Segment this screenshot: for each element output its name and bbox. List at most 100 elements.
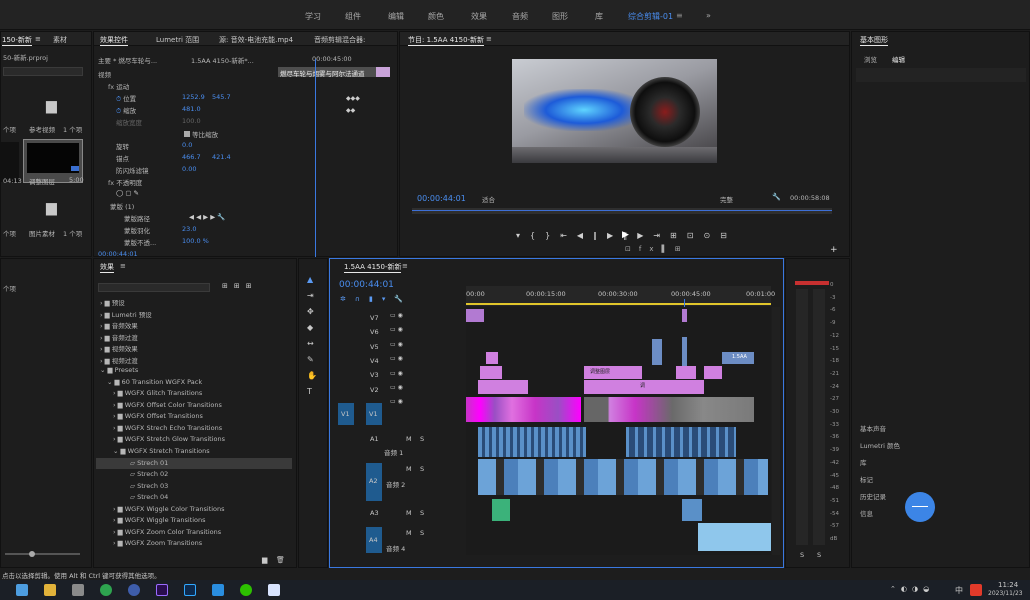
ripple-edit-tool-icon[interactable]: ✥	[307, 307, 314, 316]
program-timecode[interactable]: 00:00:44:01	[417, 194, 466, 205]
clip-a3[interactable]	[492, 499, 510, 521]
v1-source-patch[interactable]: V1	[338, 403, 354, 425]
app-icon[interactable]	[212, 584, 224, 596]
track-a2[interactable]: A2	[366, 463, 382, 501]
track-a4[interactable]: A4	[366, 527, 382, 553]
ec-clip-bar[interactable]: 燃尽车轮与烟雾与阿尔法通道	[278, 67, 390, 78]
clip-v1-a[interactable]	[466, 397, 581, 422]
effects-folder-user-presets[interactable]: Presets	[115, 366, 139, 374]
effects-folder-offset[interactable]: WGFX Offset Transitions	[125, 412, 203, 420]
taskbar-time[interactable]: 11:24	[998, 581, 1018, 589]
solo-a4[interactable]: S	[420, 529, 424, 537]
more-workspaces-icon[interactable]: »	[706, 11, 711, 20]
folder-image-assets[interactable]: 图片素材	[29, 228, 55, 239]
timeline-tracks-area[interactable]: 1.5AA 调整图层 调	[466, 307, 771, 555]
clip-a2[interactable]	[478, 459, 768, 495]
workspace-audio[interactable]: 音频	[512, 11, 528, 22]
mute-a2[interactable]: M	[406, 465, 412, 473]
timeline-v-scrollbar[interactable]	[772, 307, 780, 555]
track-a1[interactable]: A1	[370, 435, 379, 443]
pen-tool-icon[interactable]: ✎	[307, 355, 314, 364]
effects-folder-stretch-glow[interactable]: WGFX Stretch Glow Transitions	[125, 435, 225, 443]
anchor-x-value[interactable]: 466.7	[182, 153, 201, 164]
clip-v2[interactable]	[478, 380, 528, 394]
solo-a1[interactable]: S	[420, 435, 424, 443]
workspace-menu-icon[interactable]: ≡	[676, 11, 683, 20]
sequence-clip-selector[interactable]: 1.5AA 4150-新新*...	[191, 55, 254, 66]
tab-audio-clip-mixer[interactable]: 音频剪辑混合器:	[314, 35, 365, 45]
mute-a4[interactable]: M	[406, 529, 412, 537]
slip-tool-icon[interactable]: ↔	[307, 339, 314, 348]
keyframe-icons[interactable]: ◆◆	[346, 107, 355, 114]
panel-history[interactable]: 历史记录	[860, 491, 886, 502]
solo-a2[interactable]: S	[420, 465, 424, 473]
program-video-frame[interactable]	[512, 59, 717, 163]
hand-tool-icon[interactable]: ✋	[307, 371, 317, 380]
taskbar-date[interactable]: 2023/11/23	[988, 590, 1023, 597]
project-tab-menu-icon[interactable]: ≡	[35, 35, 41, 43]
program-scrubber[interactable]	[412, 208, 832, 214]
clip-a1-b[interactable]	[626, 427, 736, 457]
timeline-tool-icons[interactable]: ✲∩▮▾🔧	[340, 295, 412, 303]
rotation-value[interactable]: 0.0	[182, 141, 192, 152]
eg-edit-area[interactable]	[856, 68, 1026, 82]
keyframe-icons[interactable]: ◆◆◆	[346, 95, 360, 102]
clip-v4[interactable]	[486, 352, 498, 364]
clip-a3-b[interactable]	[682, 499, 702, 521]
start-menu-icon[interactable]	[16, 584, 28, 596]
razor-tool-icon[interactable]: ◆	[307, 323, 313, 332]
effects-folder-wiggle[interactable]: WGFX Wiggle Transitions	[125, 516, 206, 524]
tab-lumetri-scopes[interactable]: Lumetri 范围	[156, 35, 199, 45]
clip-v3-adjustment[interactable]: 调整图层	[584, 366, 642, 379]
clip-v3-c[interactable]	[704, 366, 722, 379]
program-title[interactable]: 节目: 1.5AA 4150-新新	[408, 35, 485, 46]
effects-folder-offset-color[interactable]: WGFX Offset Color Transitions	[125, 401, 222, 409]
panel-essential-sound[interactable]: 基本声音	[860, 423, 886, 434]
effects-folder-lumetri[interactable]: Lumetri 预设	[112, 311, 152, 319]
track-v5[interactable]: V5	[370, 343, 379, 351]
motion-effect[interactable]: 运动	[116, 83, 129, 91]
track-a3[interactable]: A3	[370, 509, 379, 517]
app-icon[interactable]	[128, 584, 140, 596]
system-tray-icons[interactable]: ⌃◐◑◒	[890, 585, 934, 593]
position-y-value[interactable]: 545.7	[212, 93, 231, 104]
clip-v1-b[interactable]	[584, 397, 754, 422]
mask-track-controls[interactable]: ◀ ◀ ▶ ▶ 🔧	[189, 213, 225, 224]
app-icon[interactable]	[72, 584, 84, 596]
zoom-slider[interactable]	[5, 553, 80, 555]
program-menu-icon[interactable]: ≡	[486, 35, 492, 43]
clip-v3[interactable]	[480, 366, 502, 379]
effects-folder-video-effects[interactable]: 视频效果	[112, 345, 138, 353]
media-tab[interactable]: 素材	[53, 35, 67, 45]
effects-folder-presets[interactable]: 预设	[112, 299, 125, 307]
wechat-icon[interactable]	[240, 584, 252, 596]
premiere-pro-icon[interactable]	[156, 584, 168, 596]
track-v1[interactable]: V1	[366, 403, 382, 425]
effects-folder-audio-transitions[interactable]: 音频过渡	[112, 334, 138, 342]
effects-folder-audio-effects[interactable]: 音频效果	[112, 322, 138, 330]
uniform-scale-checkbox[interactable]: 等比缩放	[192, 131, 218, 139]
project-search-input[interactable]	[3, 67, 83, 76]
video-track-toggles[interactable]: ▭ ◉ ▭ ◉ ▭ ◉ ▭ ◉ ▭ ◉ ▭ ◉ ▭ ◉	[390, 309, 403, 410]
panel-lumetri-color[interactable]: Lumetri 颜色	[860, 440, 900, 451]
floating-assistant-button[interactable]	[905, 492, 935, 522]
clip-v5[interactable]	[652, 339, 662, 365]
preset-strech-02[interactable]: Strech 02	[137, 470, 168, 478]
panel-libraries[interactable]: 库	[860, 457, 867, 468]
trash-icon[interactable]: 🗑	[276, 556, 285, 564]
track-v2[interactable]: V2	[370, 386, 379, 394]
workspace-color[interactable]: 颜色	[428, 11, 444, 22]
effects-folder-glitch[interactable]: WGFX Glitch Transitions	[125, 389, 203, 397]
type-tool-icon[interactable]: T	[307, 387, 312, 396]
effects-menu-icon[interactable]: ≡	[120, 262, 126, 270]
workspace-libraries[interactable]: 库	[595, 11, 603, 22]
preset-strech-03[interactable]: Strech 03	[137, 482, 168, 490]
effects-folder-wgfx-pack[interactable]: 60 Transition WGFX Pack	[122, 378, 203, 386]
clip-a1[interactable]	[478, 427, 586, 457]
mask-shape-icons[interactable]: ◯ ▢ ✎	[116, 189, 139, 200]
wrench-icon[interactable]: 🔧	[772, 193, 781, 201]
browser-icon[interactable]	[100, 584, 112, 596]
project-tab[interactable]: 150-新新	[2, 35, 32, 46]
ec-playhead[interactable]	[315, 59, 316, 257]
play-icon[interactable]: ▶	[622, 230, 629, 240]
